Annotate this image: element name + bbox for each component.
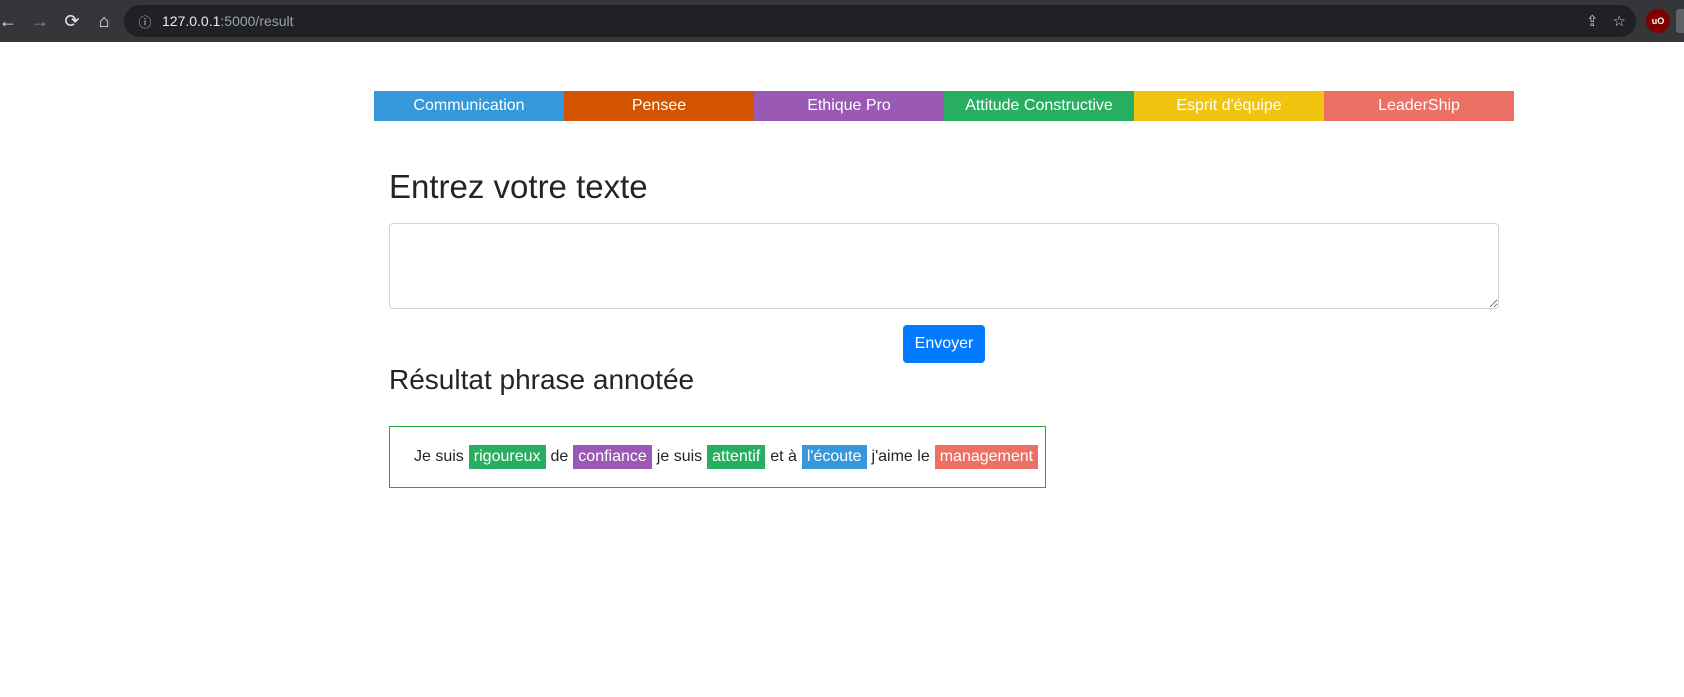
category-pensee: Pensee	[564, 91, 754, 121]
category-esprit-d-quipe: Esprit d'équipe	[1134, 91, 1324, 121]
plain-token: Je suis	[414, 448, 464, 465]
input-title: Entrez votre texte	[389, 168, 648, 205]
category-ethique-pro: Ethique Pro	[754, 91, 944, 121]
site-info-icon[interactable]: ⓘ	[132, 12, 158, 31]
back-arrow-icon[interactable]: ←	[0, 5, 24, 37]
annotated-token: rigoureux	[468, 445, 546, 469]
browser-toolbar: ← → ⟳ ⌂ ⓘ 127.0.0.1:5000/result ⇪ ☆ uO	[0, 0, 1684, 42]
forward-arrow-icon[interactable]: →	[24, 5, 56, 37]
text-input[interactable]	[389, 223, 1499, 309]
bookmark-star-icon[interactable]: ☆	[1613, 12, 1626, 30]
plain-token: j'aime le	[871, 448, 930, 465]
annotated-result: Je suis rigoureux de confiance je suis attent…	[389, 426, 1046, 488]
plain-token: de	[550, 448, 569, 465]
plain-token: et à	[770, 448, 797, 465]
category-legend-bar: Communication Pensee Ethique Pro Attitude C…	[374, 91, 1514, 121]
ublock-extension-icon[interactable]: uO	[1646, 9, 1670, 33]
result-title: Résultat phrase annotée	[389, 364, 695, 395]
submit-button[interactable]: Envoyer	[903, 325, 985, 363]
share-icon[interactable]: ⇪	[1586, 12, 1599, 30]
annotated-token: confiance	[573, 445, 652, 469]
plain-token: je suis	[656, 448, 703, 465]
category-attitude-constructive: Attitude Constructive	[944, 91, 1134, 121]
url-text[interactable]: 127.0.0.1:5000/result	[162, 13, 294, 29]
annotated-token: attentif	[707, 445, 766, 469]
home-icon[interactable]: ⌂	[88, 5, 120, 37]
category-communication: Communication	[374, 91, 564, 121]
extension-menu-icon[interactable]	[1676, 9, 1684, 33]
address-bar[interactable]: ⓘ 127.0.0.1:5000/result ⇪ ☆	[124, 5, 1636, 37]
annotated-token: l'écoute	[801, 445, 867, 469]
annotated-token: management	[934, 445, 1039, 469]
category-leadership: LeaderShip	[1324, 91, 1514, 121]
reload-icon[interactable]: ⟳	[56, 5, 88, 37]
